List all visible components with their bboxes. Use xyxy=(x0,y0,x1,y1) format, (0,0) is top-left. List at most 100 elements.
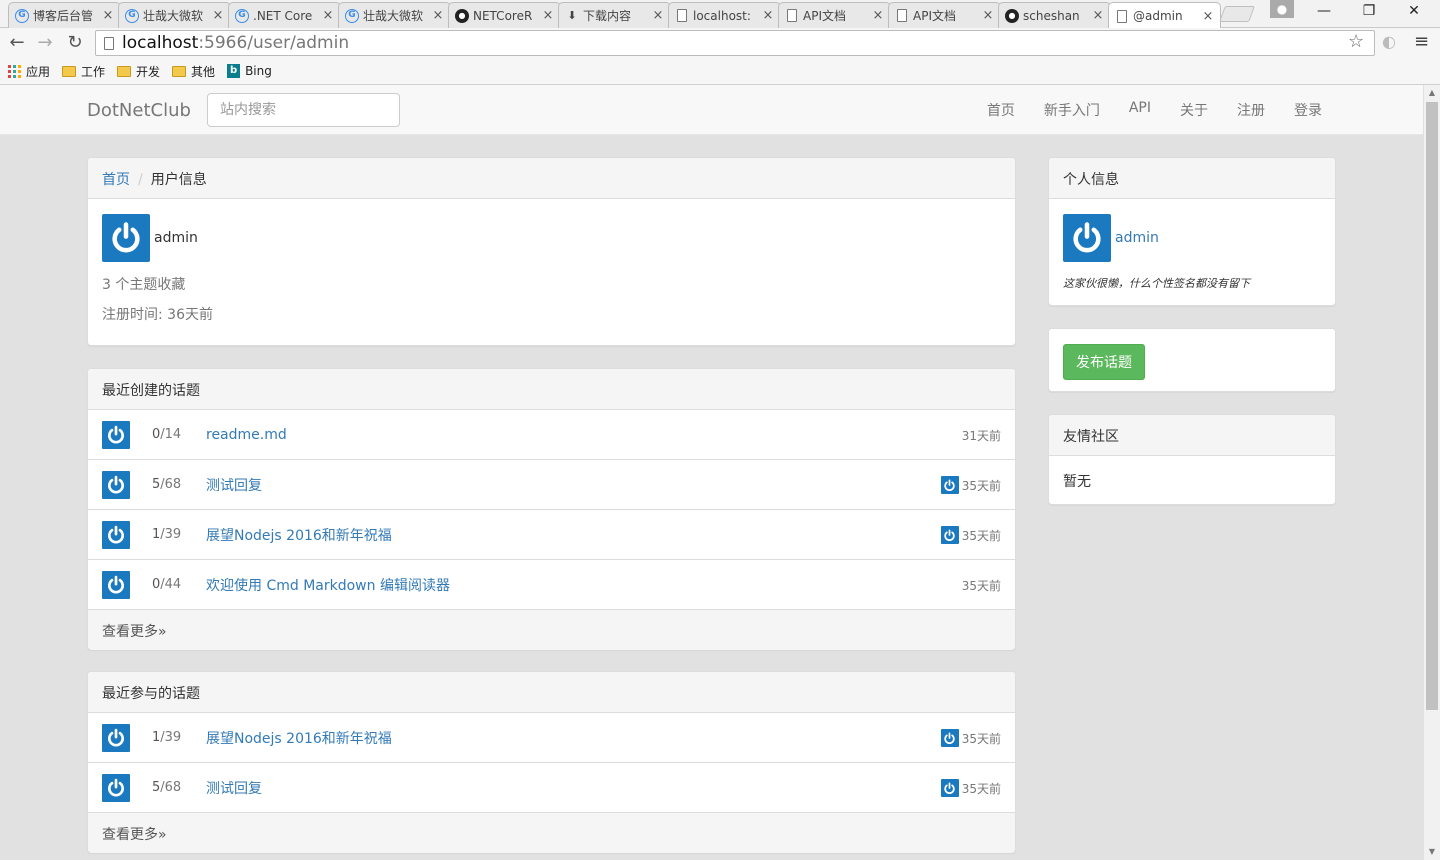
view-count: /39 xyxy=(160,527,182,542)
scrollbar-thumb[interactable] xyxy=(1426,102,1438,710)
bookmark-folder-other[interactable]: 其他 xyxy=(172,63,215,80)
menu-icon[interactable]: ≡ xyxy=(1414,31,1429,52)
forward-icon[interactable]: → xyxy=(32,31,58,55)
profile-icon[interactable]: ● xyxy=(1270,0,1294,18)
view-more-joined[interactable]: 查看更多» xyxy=(88,813,1015,853)
nav-about[interactable]: 关于 xyxy=(1180,85,1208,135)
browser-tab[interactable]: localhost: × xyxy=(668,2,781,28)
avatar[interactable] xyxy=(102,214,150,262)
minimize-icon[interactable]: — xyxy=(1302,0,1346,22)
browser-tab[interactable]: G 壮哉大微软 × xyxy=(118,2,231,28)
blog-icon: G xyxy=(125,8,139,23)
browser-tab[interactable]: ● NETCoreR × xyxy=(448,2,561,28)
page-viewport: DotNetClub 首页 新手入门 API 关于 注册 登录 首页 / 用户信息 … xyxy=(0,85,1423,860)
topic-title-link[interactable]: readme.md xyxy=(206,427,287,443)
topic-title-link[interactable]: 测试回复 xyxy=(206,475,262,495)
tab-label: @admin xyxy=(1133,9,1183,23)
topic-row: 5/68 测试回复 35天前 xyxy=(88,763,1015,813)
close-window-icon[interactable]: ✕ xyxy=(1392,0,1436,22)
nav-home[interactable]: 首页 xyxy=(987,85,1015,135)
view-count: /68 xyxy=(160,477,182,492)
tab-label: NETCoreR xyxy=(473,8,533,23)
registered-time: 注册时间: 36天前 xyxy=(102,307,213,323)
address-bar[interactable]: localhost:5966/user/admin xyxy=(95,30,1375,56)
breadcrumb-home[interactable]: 首页 xyxy=(102,172,130,188)
nav-api[interactable]: API xyxy=(1129,85,1151,135)
topic-title-link[interactable]: 欢迎使用 Cmd Markdown 编辑阅读器 xyxy=(206,575,450,595)
tab-label: 壮哉大微软 xyxy=(363,9,424,23)
nav-getting-started[interactable]: 新手入门 xyxy=(1044,85,1100,135)
topic-title-link[interactable]: 展望Nodejs 2016和新年祝福 xyxy=(206,525,392,545)
tab-label: .NET Core xyxy=(253,8,313,23)
view-count: /14 xyxy=(160,427,182,442)
bookmark-apps[interactable]: 应用 xyxy=(8,63,50,80)
new-tab-button[interactable] xyxy=(1219,6,1255,22)
tab-label: API文档 xyxy=(913,9,956,23)
tab-label: localhost: xyxy=(693,8,751,23)
nav-login[interactable]: 登录 xyxy=(1294,85,1322,135)
download-icon: ⬇ xyxy=(567,9,577,22)
browser-tab[interactable]: API文档 × xyxy=(888,2,1001,28)
browser-tab[interactable]: API文档 × xyxy=(778,2,891,28)
author-avatar[interactable] xyxy=(102,773,130,802)
bookmark-folder-work[interactable]: 工作 xyxy=(62,63,105,80)
tab-close-icon[interactable]: × xyxy=(322,8,334,23)
user-info-panel: 首页 / 用户信息 admin 3 个主题收藏 注册时间: 36天前 xyxy=(87,157,1016,346)
tab-close-icon[interactable]: × xyxy=(1202,9,1214,24)
browser-tab[interactable]: ● scheshan × xyxy=(998,2,1111,28)
sidebar-username-link[interactable]: admin xyxy=(1115,230,1159,246)
browser-tab[interactable]: G 壮哉大微软 × xyxy=(338,2,451,28)
tab-close-icon[interactable]: × xyxy=(212,8,224,23)
tab-close-icon[interactable]: × xyxy=(432,8,444,23)
last-reply-avatar[interactable] xyxy=(940,729,959,747)
browser-tab[interactable]: G 博客后台管 × xyxy=(8,2,121,28)
tab-close-icon[interactable]: × xyxy=(102,8,114,23)
scroll-up-icon[interactable]: ▲ xyxy=(1424,85,1440,101)
page-scrollbar[interactable]: ▲ ▼ xyxy=(1423,85,1440,860)
author-avatar[interactable] xyxy=(102,470,130,499)
recent-joined-panel: 最近参与的话题 1/39 展望Nodejs 2016和新年祝福 35天前 5/68 测试… xyxy=(87,671,1016,853)
author-avatar[interactable] xyxy=(102,520,130,549)
browser-tab[interactable]: @admin × xyxy=(1108,2,1221,29)
tab-close-icon[interactable]: × xyxy=(652,8,664,23)
tab-close-icon[interactable]: × xyxy=(542,8,554,23)
author-avatar[interactable] xyxy=(102,420,130,449)
reload-icon[interactable]: ↻ xyxy=(62,31,88,55)
tab-close-icon[interactable]: × xyxy=(872,8,884,23)
tab-close-icon[interactable]: × xyxy=(1092,8,1104,23)
back-icon[interactable]: ← xyxy=(4,31,30,55)
topic-title-link[interactable]: 展望Nodejs 2016和新年祝福 xyxy=(206,728,392,748)
url-path: :5966/user/admin xyxy=(198,33,350,53)
bookmark-bing[interactable]: b Bing xyxy=(227,64,272,78)
tab-label: scheshan xyxy=(1023,8,1080,23)
browser-tab[interactable]: G .NET Core × xyxy=(228,2,341,28)
publish-topic-button[interactable]: 发布话题 xyxy=(1063,344,1145,380)
tab-close-icon[interactable]: × xyxy=(982,8,994,23)
last-reply-avatar[interactable] xyxy=(940,526,959,544)
favorites-count: 3 个主题收藏 xyxy=(102,277,186,293)
view-more-created[interactable]: 查看更多» xyxy=(88,610,1015,650)
folder-icon xyxy=(172,65,187,77)
restore-icon[interactable]: ❐ xyxy=(1347,0,1391,22)
bookmark-folder-dev[interactable]: 开发 xyxy=(117,63,160,80)
topic-counts: 1/39 xyxy=(152,730,206,745)
tab-close-icon[interactable]: × xyxy=(762,8,774,23)
author-avatar[interactable] xyxy=(102,570,130,599)
site-brand[interactable]: DotNetClub xyxy=(87,100,191,121)
last-reply-avatar[interactable] xyxy=(940,779,959,797)
url-host: localhost xyxy=(122,33,199,53)
browser-tab[interactable]: ⬇ 下载内容 × xyxy=(558,2,671,28)
topic-time-text: 35天前 xyxy=(961,731,1001,746)
last-reply-avatar[interactable] xyxy=(940,476,959,494)
scroll-down-icon[interactable]: ▼ xyxy=(1424,844,1440,860)
author-avatar[interactable] xyxy=(102,723,130,752)
topic-title-link[interactable]: 测试回复 xyxy=(206,778,262,798)
site-search-input[interactable] xyxy=(207,93,400,127)
sidebar-avatar[interactable] xyxy=(1063,214,1111,262)
friends-panel: 友情社区 暂无 xyxy=(1048,414,1336,505)
folder-icon xyxy=(117,65,132,77)
topic-time: 35天前 xyxy=(962,560,1001,610)
nav-register[interactable]: 注册 xyxy=(1237,85,1265,135)
bookmark-star-icon[interactable]: ☆ xyxy=(1348,31,1364,52)
extension-icon[interactable]: ◐ xyxy=(1382,32,1396,51)
